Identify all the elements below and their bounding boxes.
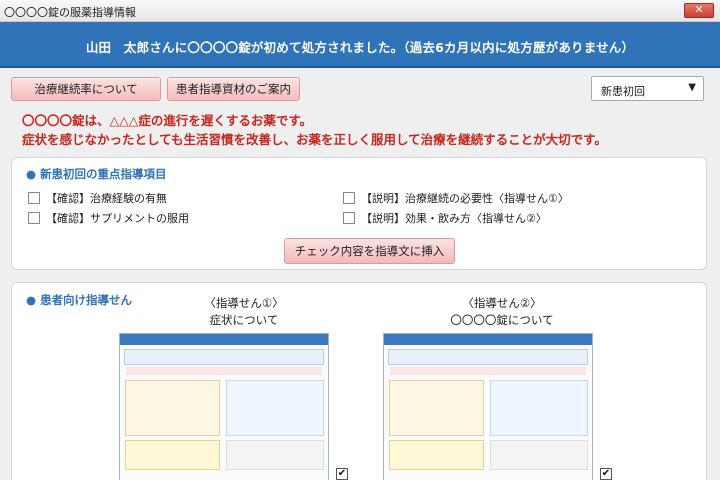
insert-checked-button[interactable]: チェック内容を指導文に挿入 [284,238,455,264]
leaflet-title-text: 患者向け指導せん [40,293,133,307]
checklist-label: 【説明】治療継続の必要性〈指導せん①〉 [361,192,569,205]
visit-type-select[interactable]: 新患初回 ▼ [591,76,704,101]
leaflet-1-thumbnail[interactable] [119,333,329,480]
close-button[interactable]: ✕ [684,3,714,18]
checkbox[interactable] [343,212,355,224]
thumbnail-illustration [490,440,588,470]
checklist-item[interactable]: 【確認】サプリメントの服用 [28,210,189,226]
thumbnail-header [384,334,592,345]
patient-material-button[interactable]: 患者指導資材のご案内 [167,77,300,101]
leaflet-title: ● 患者向け指導せん [26,292,132,308]
leaflet-2-subtitle: 〇〇〇〇錠について [450,313,554,327]
thumbnail-band [388,349,588,365]
chevron-down-icon: ▼ [688,82,696,93]
guidance-title-text: 新患初回の重点指導項目 [40,167,167,181]
prescription-banner: 山田 太郎さんに〇〇〇〇錠が初めて処方されました。（過去6カ月以内に処方歴があり… [0,22,720,68]
visit-type-value: 新患初回 [601,85,645,98]
thumbnail-illustration [226,380,324,436]
thumbnail-illustration [389,380,484,436]
checkbox[interactable] [343,192,355,204]
leaflet-1-number: 〈指導せん①〉 [204,296,284,310]
leaflet-1-subtitle: 症状について [209,313,279,327]
guidance-panel: ● 新患初回の重点指導項目 【確認】治療経験の有無 【説明】治療継続の必要性〈指… [11,157,707,270]
bullet-icon: ● [26,293,37,307]
window-title: 〇〇〇〇錠の服薬指導情報 [4,6,136,19]
thumbnail-illustration [490,380,588,436]
leaflet-2-checkbox[interactable]: ✔ [600,468,612,480]
checklist-item[interactable]: 【説明】治療継続の必要性〈指導せん①〉 [343,190,569,206]
thumbnail-header [120,334,328,345]
checklist-label: 【確認】治療経験の有無 [46,192,167,205]
leaflet-2-heading: 〈指導せん②〉 〇〇〇〇錠について [417,295,587,329]
leaflet-1-checkbox[interactable]: ✔ [336,468,348,480]
app-window: 〇〇〇〇錠の服薬指導情報 ✕ 山田 太郎さんに〇〇〇〇錠が初めて処方されました。… [0,0,720,480]
checkbox[interactable] [28,192,40,204]
leaflet-1-heading: 〈指導せん①〉 症状について [164,295,324,329]
thumbnail-illustration [226,440,324,470]
checklist-item[interactable]: 【確認】治療経験の有無 [28,190,167,206]
drug-notice: 〇〇〇〇錠は、△△△症の進行を遅くするお薬です。 症状を感じなかったとしても生活… [22,111,607,149]
thumbnail-illustration [125,440,220,470]
thumbnail-illustration [125,380,220,436]
leaflet-panel: ● 患者向け指導せん 〈指導せん①〉 症状について 〈指導せん②〉 〇〇〇〇錠に… [11,282,707,480]
checkbox[interactable] [28,212,40,224]
thumbnail-highlight [390,367,586,375]
thumbnail-illustration [389,440,484,470]
checklist-label: 【確認】サプリメントの服用 [46,212,189,225]
guidance-title: ● 新患初回の重点指導項目 [26,166,167,182]
thumbnail-highlight [126,367,322,375]
treatment-rate-button[interactable]: 治療継続率について [11,77,161,101]
thumbnail-band [124,349,324,365]
bullet-icon: ● [26,167,37,181]
notice-line-1: 〇〇〇〇錠は、△△△症の進行を遅くするお薬です。 [22,113,313,128]
leaflet-2-number: 〈指導せん②〉 [462,296,542,310]
banner-message: 山田 太郎さんに〇〇〇〇錠が初めて処方されました。（過去6カ月以内に処方歴があり… [85,40,635,55]
checklist-label: 【説明】効果・飲み方〈指導せん②〉 [361,212,547,225]
leaflet-2-thumbnail[interactable] [383,333,593,480]
notice-line-2: 症状を感じなかったとしても生活習慣を改善し、お薬を正しく服用して治療を継続するこ… [22,132,607,147]
title-bar: 〇〇〇〇錠の服薬指導情報 ✕ [0,0,720,22]
checklist-item[interactable]: 【説明】効果・飲み方〈指導せん②〉 [343,210,547,226]
